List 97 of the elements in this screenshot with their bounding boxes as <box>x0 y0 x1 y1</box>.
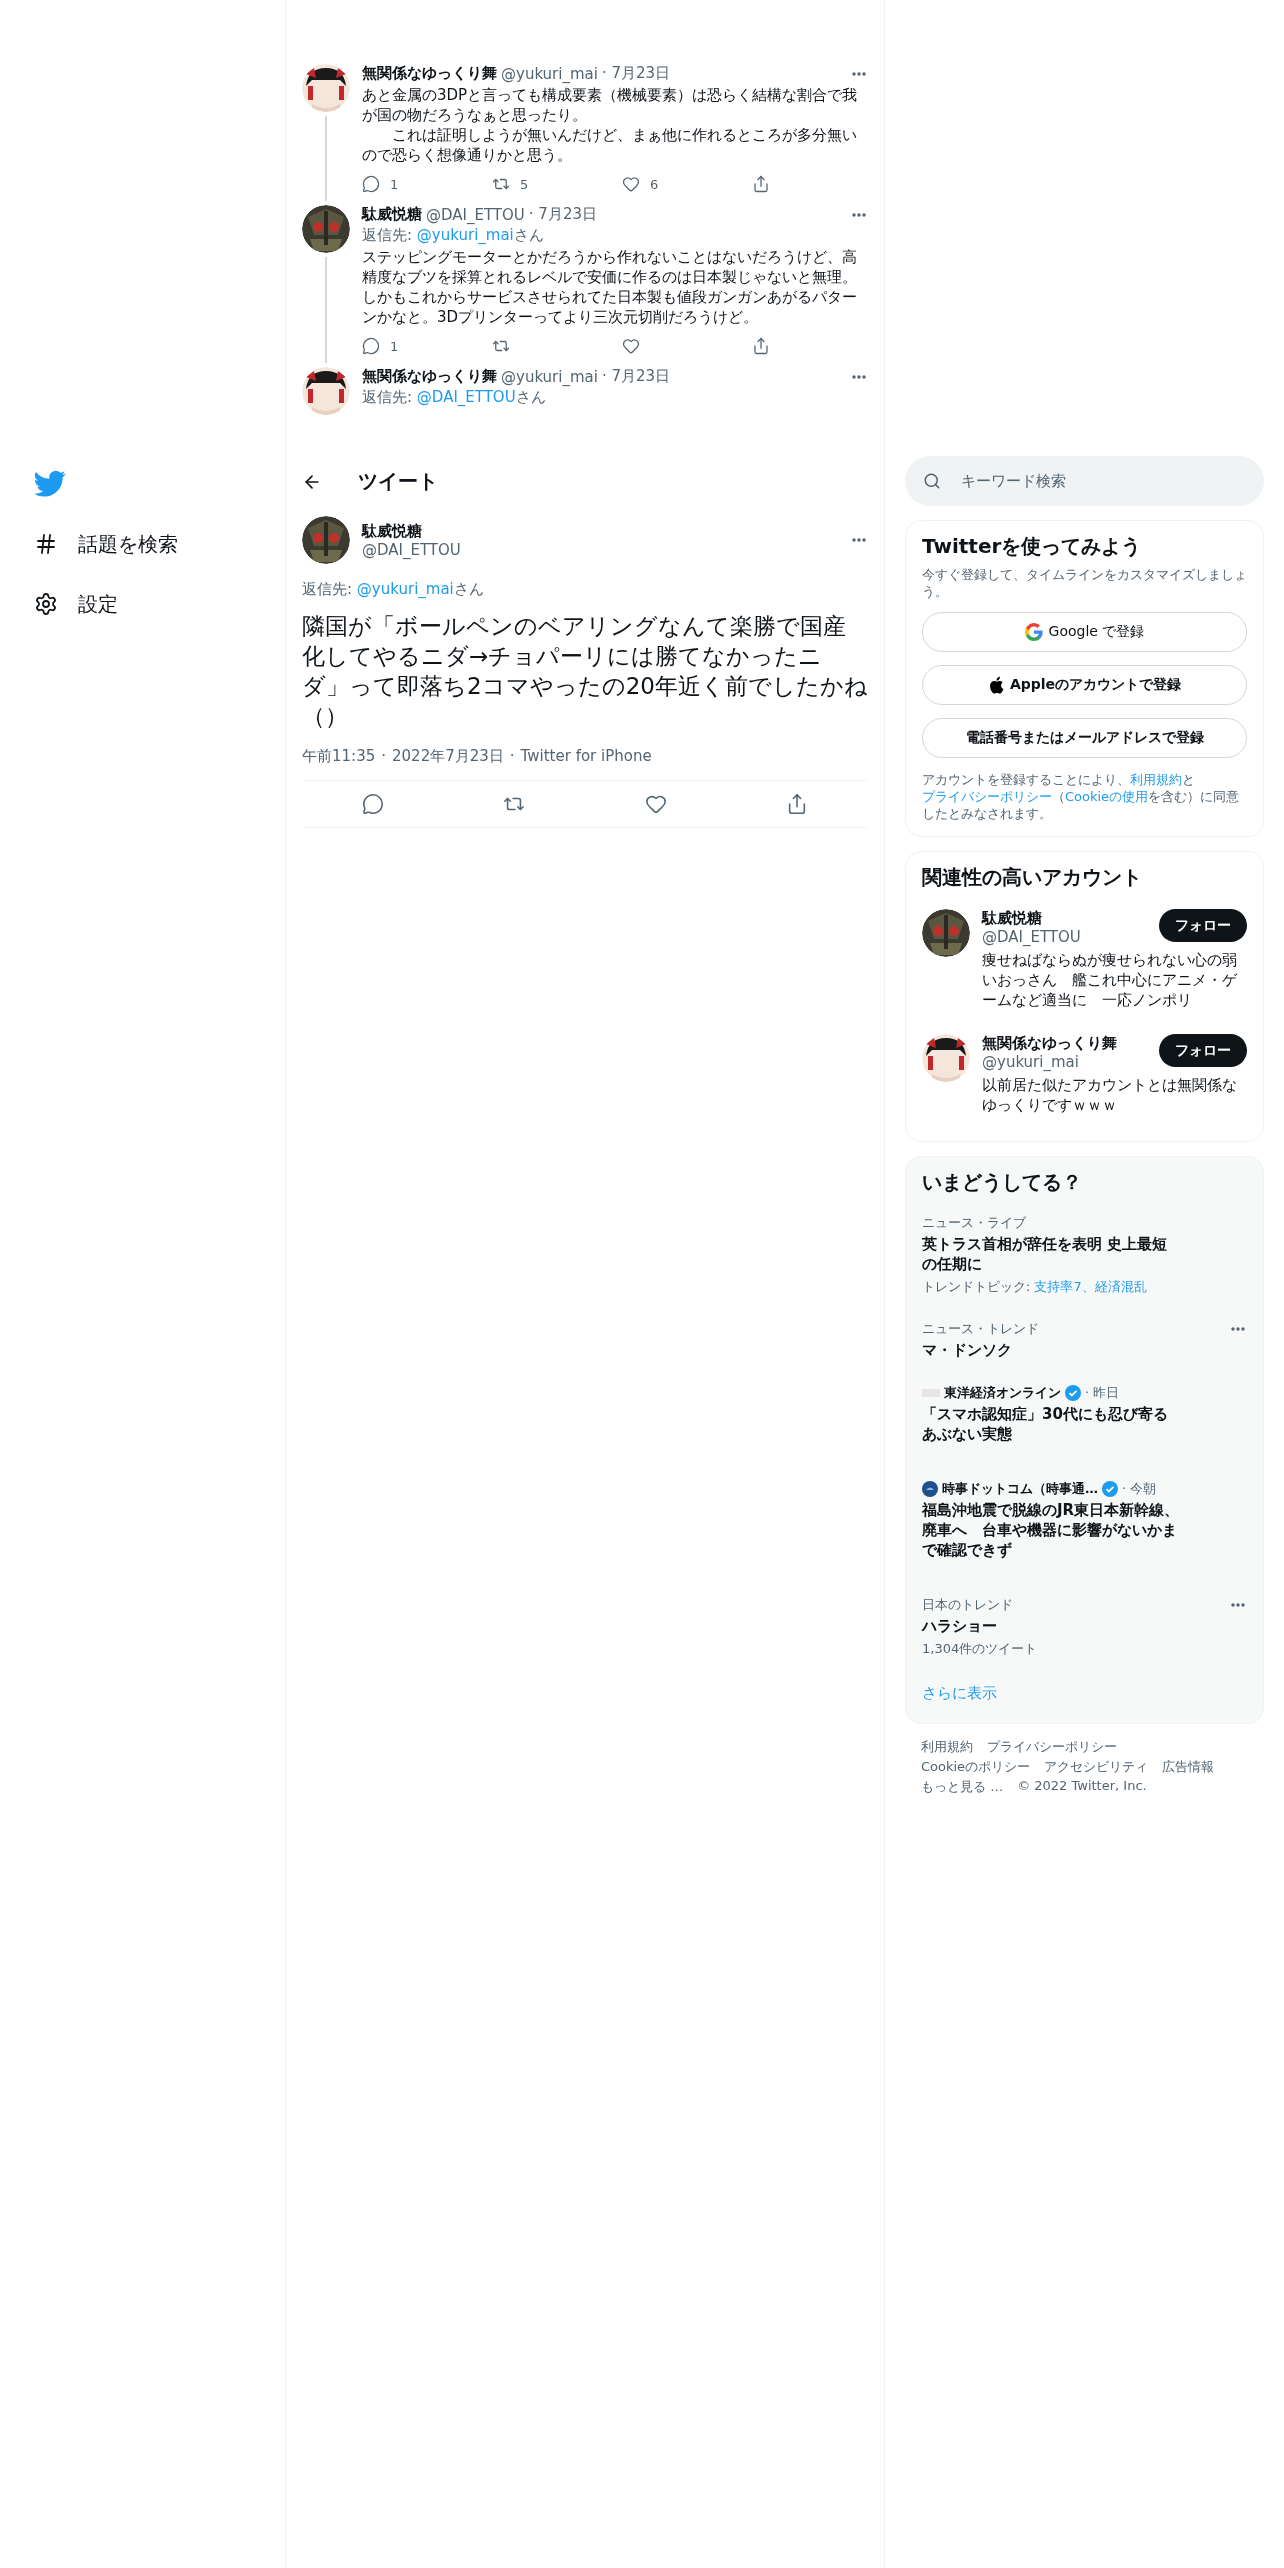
footer-link[interactable]: 広告情報 <box>1162 1758 1215 1776</box>
reply-icon <box>362 337 380 355</box>
more-icon <box>852 374 866 379</box>
settings-icon <box>34 592 58 616</box>
footer-link[interactable]: 利用規約 <box>921 1738 973 1756</box>
nav-item[interactable]: 設定 <box>20 576 132 632</box>
reply-icon <box>361 793 384 815</box>
footer-link[interactable]: Cookieのポリシー <box>921 1758 1031 1776</box>
avatar[interactable] <box>302 516 350 564</box>
account-name[interactable]: 駄威悦糖 <box>982 909 1159 928</box>
tweet-meta[interactable]: Twitter for iPhone <box>520 747 652 766</box>
apple-logo-icon <box>987 676 1004 694</box>
avatar[interactable] <box>302 367 350 415</box>
signup-button[interactable]: Appleのアカウントで登録 <box>922 665 1247 705</box>
card-subtitle: 今すぐ登録して、タイムラインをカスタマイズしましょう。 <box>922 566 1247 600</box>
card-title: 関連性の高いアカウント <box>922 864 1143 891</box>
tweet-meta: 2022年7月23日 <box>392 747 504 766</box>
trend-context: ニュース・ライブ <box>922 1214 1027 1232</box>
trend-title[interactable]: マ・ドンソク <box>922 1340 1182 1360</box>
avatar[interactable] <box>922 909 970 957</box>
follow-button[interactable]: フォロー <box>1159 1034 1247 1067</box>
author-name[interactable]: 無関係なゆっくり舞 <box>362 367 497 386</box>
reply-button[interactable]: 1 <box>362 175 422 193</box>
legal-text: アカウントを登録することにより、利用規約 と プライバシーポリシー（Cookieの使用を含む）に同意したとみなされます。 <box>922 771 1241 822</box>
tweet-text: これは証明しようが無いんだけど、まぁ他に作れるところが多分無いので恐らく想像通りかと思う。 <box>362 125 858 165</box>
tweet-text: あと金属の3DPと言っても構成要素（機械要素）は恐らく結構な割合で我が国の物だろうなぁと思ったり。 <box>362 85 859 125</box>
trend-topics: トレンドトピック: 支持率7、経済混乱 <box>922 1278 1148 1296</box>
reply-to-text: 返信先: @yukuri_maiさん <box>302 580 485 599</box>
reply-to-text: 返信先: @DAI_ETTOUさん <box>362 388 547 407</box>
tweet-meta: · <box>381 747 386 766</box>
reply-button[interactable]: 1 <box>362 337 422 355</box>
news-source: 東洋経済オンライン <box>944 1384 1061 1402</box>
google-logo-icon <box>1024 623 1043 641</box>
author-handle: @yukuri_mai <box>501 367 598 386</box>
hash-icon <box>34 532 58 556</box>
follow-button[interactable]: フォロー <box>1159 909 1247 942</box>
tweet-date[interactable]: · 7月23日 <box>601 64 671 83</box>
bird-logo-icon[interactable] <box>34 470 66 500</box>
footer-link[interactable]: もっと見る … <box>921 1778 1004 1796</box>
more-icon <box>1231 1327 1245 1331</box>
share-icon <box>752 175 770 193</box>
like-button[interactable] <box>644 793 667 815</box>
footer-link[interactable]: © 2022 Twitter, Inc. <box>1017 1778 1147 1796</box>
footer-link[interactable]: アクセシビリティ <box>1044 1758 1149 1776</box>
signup-button[interactable]: 電話番号またはメールアドレスで登録 <box>922 718 1247 758</box>
trend-context: ニュース・トレンド <box>922 1320 1040 1338</box>
share-icon <box>752 337 770 355</box>
more-icon <box>852 538 866 542</box>
tweet-meta: · <box>509 747 515 766</box>
like-button[interactable]: 6 <box>622 175 682 193</box>
post-time: · 昨日 <box>1085 1384 1120 1402</box>
account-bio: 痩せねばならぬが痩せられない心の弱いおっさん 艦これ中心にアニメ・ゲームなど適当に 一応ノンポリ <box>982 950 1239 1010</box>
more-icon <box>852 212 866 217</box>
tweet-date[interactable]: · 7月23日 <box>601 367 671 386</box>
author-name[interactable]: 駄威悦糖 <box>362 521 838 541</box>
author-handle: @DAI_ETTOU <box>362 540 462 559</box>
tweet-count: 1,304件のツイート <box>922 1640 1039 1658</box>
reply-to-text: 返信先: @yukuri_maiさん <box>362 226 545 245</box>
search-icon <box>923 472 941 490</box>
tweet-text: ステッピングモーターとかだろうから作れないことはないだろうけど、高精度なブツを採算とれるレベルで安価に作るのは日本製じゃないと無理。しかもこれからサービスさせられてた日本製も値段ガンガンあがるパターンかなと。3Dプリンターってより三次元切削だろうけど。 <box>362 247 858 327</box>
reply-icon <box>362 175 380 193</box>
more-icon <box>1231 1603 1245 1607</box>
author-name[interactable]: 駄威悦糖 <box>362 205 422 224</box>
more-icon <box>852 71 866 76</box>
account-name[interactable]: 無関係なゆっくり舞 <box>982 1034 1159 1053</box>
page-title: ツイート <box>358 468 438 495</box>
news-source: 時事ドットコム（時事通… <box>942 1480 1098 1498</box>
source-logo-icon <box>922 1481 938 1497</box>
nav-item[interactable]: 話題を検索 <box>20 516 192 572</box>
trend-title[interactable]: ハラショー <box>922 1616 1182 1636</box>
trend-title[interactable]: 英トラス首相が辞任を表明 史上最短の任期に <box>922 1234 1182 1274</box>
card-title: いまどうしてる？ <box>922 1169 1083 1196</box>
retweet-button[interactable]: 5 <box>492 175 552 193</box>
footer-link[interactable]: プライバシーポリシー <box>987 1738 1117 1756</box>
trend-context: 日本のトレンド <box>922 1596 1014 1614</box>
account-handle: @DAI_ETTOU <box>982 928 1082 946</box>
avatar[interactable] <box>302 64 350 112</box>
trend-title[interactable]: 福島沖地震で脱線のJR東日本新幹線、廃車へ 台車や機器に影響がないかまで確認できず <box>922 1500 1182 1560</box>
account-handle: @yukuri_mai <box>982 1053 1080 1071</box>
reply-button[interactable] <box>361 793 384 815</box>
tweet-text: 隣国が「ボールペンのベアリングなんて楽勝で国産化してやるニダ→チョパーリには勝てなかったニダ」って即落ち2コマやったの20年近く前でしたかね（） <box>302 612 868 731</box>
author-handle: @DAI_ETTOU <box>426 205 525 224</box>
tweet-meta: 午前11:35 <box>302 747 376 766</box>
account-bio: 以前居た似たアカウントとは無関係なゆっくりですｗｗｗ <box>982 1075 1238 1115</box>
trend-title[interactable]: 「スマホ認知症」30代にも忍び寄るあぶない実態 <box>922 1404 1182 1444</box>
card-title: Twitterを使ってみよう <box>922 533 1143 560</box>
search-field[interactable]: キーワード検索 <box>905 456 1264 506</box>
avatar[interactable] <box>302 205 350 253</box>
post-time: · 今朝 <box>1122 1480 1157 1498</box>
author-handle: @yukuri_mai <box>501 64 598 83</box>
signup-button[interactable]: Google で登録 <box>922 612 1247 652</box>
avatar[interactable] <box>922 1034 970 1082</box>
heart-icon <box>644 793 667 815</box>
heart-icon <box>622 175 640 193</box>
heart-icon <box>622 337 640 355</box>
author-name[interactable]: 無関係なゆっくり舞 <box>362 64 497 83</box>
tweet-date[interactable]: · 7月23日 <box>528 205 597 224</box>
